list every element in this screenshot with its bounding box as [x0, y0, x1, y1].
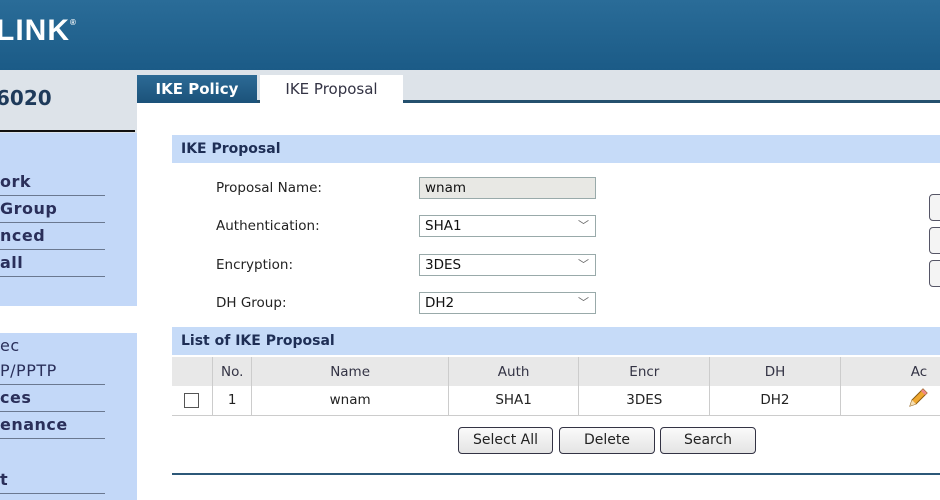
row-checkbox[interactable] — [172, 386, 213, 416]
side-button[interactable] — [929, 260, 940, 287]
authentication-label: Authentication: — [216, 218, 320, 234]
sidebar-panel: ec P/PPTP ces enance t — [0, 333, 137, 500]
tab-ike-policy[interactable]: IKE Policy — [137, 75, 257, 103]
list-title: List of IKE Proposal — [172, 327, 940, 355]
col-encr: Encr — [578, 357, 711, 386]
col-no: No. — [212, 357, 253, 386]
authentication-select[interactable]: SHA1 ﹀ — [419, 215, 596, 237]
col-auth: Auth — [448, 357, 580, 386]
proposal-table: No. Name Auth Encr DH Ac 1 wnam SHA1 3DE… — [172, 357, 940, 416]
col-dh: DH — [709, 357, 841, 386]
tab-bar: IKE Policy IKE Proposal — [137, 75, 940, 105]
col-action: Ac — [840, 357, 940, 386]
sidebar-item-services[interactable]: ces — [0, 385, 105, 412]
chevron-down-icon: ﹀ — [578, 296, 589, 309]
sidebar-item-network[interactable]: ork — [0, 169, 105, 196]
cell-dh: DH2 — [709, 386, 841, 416]
chevron-down-icon: ﹀ — [578, 258, 589, 271]
search-button[interactable]: Search — [660, 427, 756, 454]
dh-group-label: DH Group: — [216, 295, 287, 311]
divider — [0, 130, 135, 132]
cell-encr: 3DES — [578, 386, 711, 416]
encryption-label: Encryption: — [216, 257, 294, 273]
sidebar-item-logout[interactable]: t — [0, 467, 105, 494]
sidebar-item-advanced[interactable]: nced — [0, 223, 105, 250]
model-name: 6020 — [0, 86, 52, 110]
select-all-button[interactable]: Select All — [458, 427, 553, 454]
encryption-select[interactable]: 3DES ﹀ — [419, 254, 596, 276]
cell-no: 1 — [212, 386, 253, 416]
sidebar-panel: ork Group nced all — [0, 133, 137, 306]
section-title: IKE Proposal — [172, 135, 940, 163]
cell-name: wnam — [251, 386, 449, 416]
cell-auth: SHA1 — [448, 386, 580, 416]
chevron-down-icon: ﹀ — [578, 219, 589, 232]
col-name: Name — [251, 357, 449, 386]
col-select — [172, 357, 213, 386]
sidebar-item-firewall[interactable]: all — [0, 250, 105, 277]
sidebar-item-maintenance[interactable]: enance — [0, 412, 105, 439]
side-button[interactable] — [929, 194, 940, 221]
side-button[interactable] — [929, 227, 940, 254]
dh-group-select[interactable]: DH2 ﹀ — [419, 292, 596, 314]
table-row: 1 wnam SHA1 3DES DH2 — [172, 386, 940, 416]
tab-ike-proposal[interactable]: IKE Proposal — [260, 75, 403, 105]
logo: LINK® — [0, 14, 77, 47]
proposal-name-label: Proposal Name: — [216, 180, 322, 196]
table-header: No. Name Auth Encr DH Ac — [172, 357, 940, 386]
sidebar-item-group[interactable]: Group — [0, 196, 105, 223]
sidebar-item-l2tp-pptp[interactable]: P/PPTP — [0, 358, 105, 385]
delete-button[interactable]: Delete — [559, 427, 655, 454]
header: LINK® — [0, 0, 940, 70]
proposal-name-input[interactable]: wnam — [419, 177, 596, 199]
sidebar-item-ipsec[interactable]: ec — [0, 333, 105, 360]
divider — [172, 473, 940, 475]
pencil-icon[interactable] — [840, 386, 940, 416]
